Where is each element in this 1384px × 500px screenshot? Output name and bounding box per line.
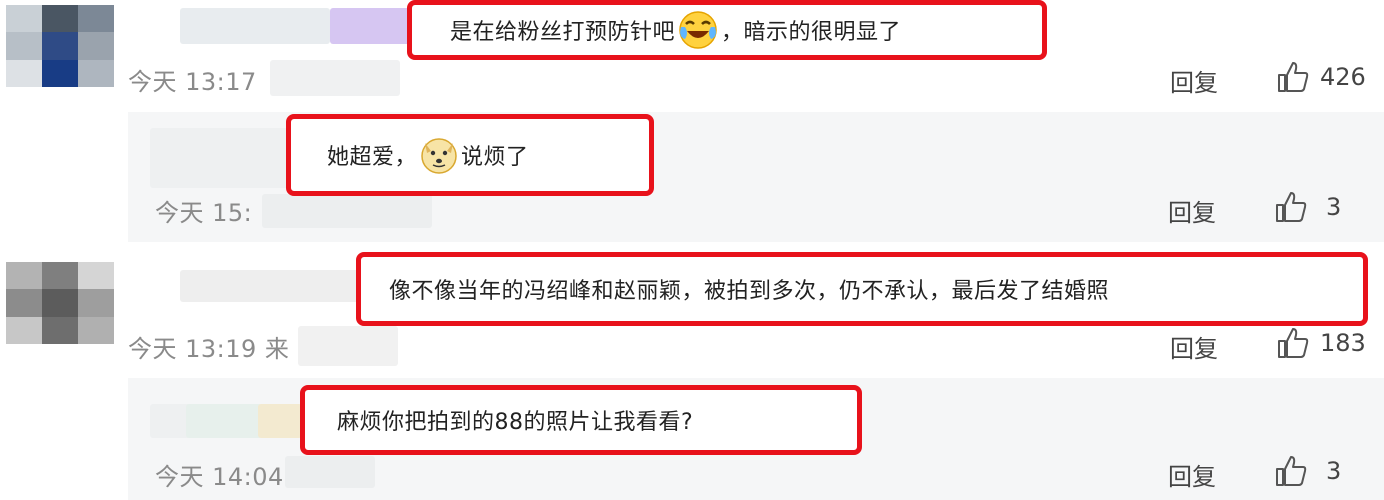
doge-emoji-icon — [421, 138, 457, 174]
blurred-region — [262, 194, 432, 228]
avatar[interactable] — [6, 262, 114, 344]
like-button[interactable]: 183 — [1276, 326, 1366, 360]
reply-text: 麻烦你把拍到的88的照片让我看看? — [337, 410, 694, 435]
reply-text: 说烦了 — [461, 145, 529, 170]
username-blurred — [330, 8, 410, 44]
comment-text: 像不像当年的冯绍峰和赵丽颖，被拍到多次，仍不承认，最后发了结婚照 — [389, 279, 1110, 304]
blurred-region — [186, 404, 262, 438]
reply-button[interactable]: 回复 — [1168, 457, 1216, 492]
blurred-region — [258, 404, 302, 438]
like-button[interactable]: 3 — [1274, 190, 1341, 224]
comment-timestamp: 今天 13:17 — [128, 68, 257, 96]
comment-text-highlight: 像不像当年的冯绍峰和赵丽颖，被拍到多次，仍不承认，最后发了结婚照 — [356, 252, 1368, 326]
like-button[interactable]: 3 — [1274, 454, 1341, 488]
thumbs-up-icon — [1278, 62, 1309, 92]
thumbs-up-icon — [1278, 328, 1309, 358]
thumbs-up-icon — [1276, 192, 1307, 222]
laughing-crying-emoji-icon — [679, 11, 717, 49]
blurred-region — [270, 60, 400, 96]
username-blurred[interactable] — [180, 8, 330, 44]
reply-button[interactable]: 回复 — [1170, 329, 1218, 364]
comment-text: 是在给粉丝打预防针吧 — [450, 20, 676, 45]
username-blurred[interactable] — [180, 270, 360, 302]
comment-timestamp: 今天 13:19 来 — [128, 335, 290, 363]
blurred-region — [285, 456, 375, 488]
like-count: 426 — [1320, 63, 1366, 91]
reply-timestamp: 今天 14:04 — [155, 463, 284, 491]
like-count: 3 — [1326, 457, 1342, 485]
like-button[interactable]: 426 — [1276, 60, 1366, 94]
thumbs-up-icon — [1276, 456, 1307, 486]
reply-text-highlight: 她超爱， 说烦了 — [286, 114, 654, 196]
like-count: 3 — [1326, 193, 1342, 221]
comment-text: ，暗示的很明显了 — [721, 20, 902, 45]
reply-button[interactable]: 回复 — [1168, 193, 1216, 228]
username-blurred[interactable] — [150, 128, 290, 188]
comment-text-highlight: 是在给粉丝打预防针吧 ，暗示的很明显了 — [407, 0, 1047, 60]
avatar[interactable] — [6, 5, 114, 87]
reply-button[interactable]: 回复 — [1170, 63, 1218, 98]
reply-timestamp: 今天 15: — [155, 199, 253, 227]
reply-text: 她超爱， — [327, 145, 418, 170]
like-count: 183 — [1320, 329, 1366, 357]
reply-text-highlight: 麻烦你把拍到的88的照片让我看看? — [300, 385, 862, 455]
blurred-region — [298, 326, 398, 366]
